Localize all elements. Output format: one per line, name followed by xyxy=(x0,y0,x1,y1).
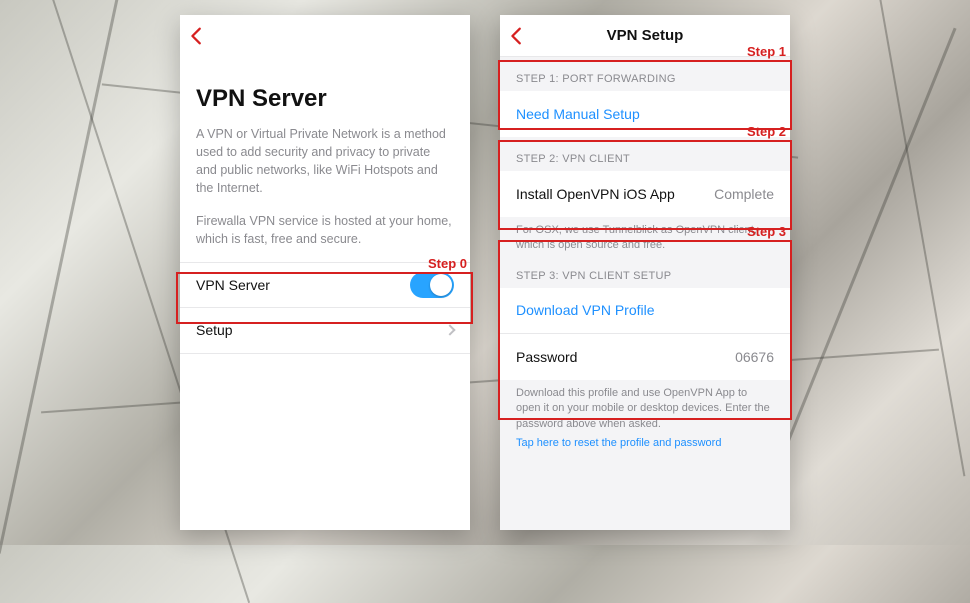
phone-vpn-setup: VPN Setup STEP 1: PORT FORWARDING Need M… xyxy=(500,15,790,530)
install-app-status: Complete xyxy=(714,186,774,202)
setup-row[interactable]: Setup xyxy=(180,308,470,354)
password-label: Password xyxy=(516,349,577,365)
password-value: 06676 xyxy=(735,349,774,365)
step1-row-manual-setup[interactable]: Need Manual Setup xyxy=(500,91,790,137)
vpn-server-toggle-row[interactable]: VPN Server xyxy=(180,262,470,308)
reset-profile-link[interactable]: Tap here to reset the profile and passwo… xyxy=(500,432,790,451)
description-2: Firewalla VPN service is hosted at your … xyxy=(196,212,454,248)
need-manual-setup-link: Need Manual Setup xyxy=(516,106,640,122)
navbar: VPN Setup xyxy=(500,15,790,57)
description-1: A VPN or Virtual Private Network is a me… xyxy=(196,125,454,198)
setup-label: Setup xyxy=(196,322,233,338)
step2-footer: For OSX, we use Tunnelblick as OpenVPN c… xyxy=(500,217,790,254)
step2-header: STEP 2: VPN CLIENT xyxy=(500,137,790,171)
back-icon[interactable] xyxy=(186,25,208,47)
chevron-right-icon xyxy=(444,325,455,336)
toggle-label: VPN Server xyxy=(196,277,270,293)
step3-header: STEP 3: VPN CLIENT SETUP xyxy=(500,254,790,288)
phone-vpn-server: VPN Server A VPN or Virtual Private Netw… xyxy=(180,15,470,530)
vpn-server-switch[interactable] xyxy=(410,272,454,298)
nav-title: VPN Setup xyxy=(500,27,790,44)
step2-row-install-app[interactable]: Install OpenVPN iOS App Complete xyxy=(500,171,790,217)
navbar xyxy=(180,15,470,57)
step1-header: STEP 1: PORT FORWARDING xyxy=(500,57,790,91)
step3-row-password: Password 06676 xyxy=(500,334,790,380)
install-app-label: Install OpenVPN iOS App xyxy=(516,186,675,202)
step3-row-download-profile[interactable]: Download VPN Profile xyxy=(500,288,790,334)
step3-footer: Download this profile and use OpenVPN Ap… xyxy=(500,380,790,432)
page-title: VPN Server xyxy=(196,85,454,113)
download-profile-link: Download VPN Profile xyxy=(516,302,655,318)
